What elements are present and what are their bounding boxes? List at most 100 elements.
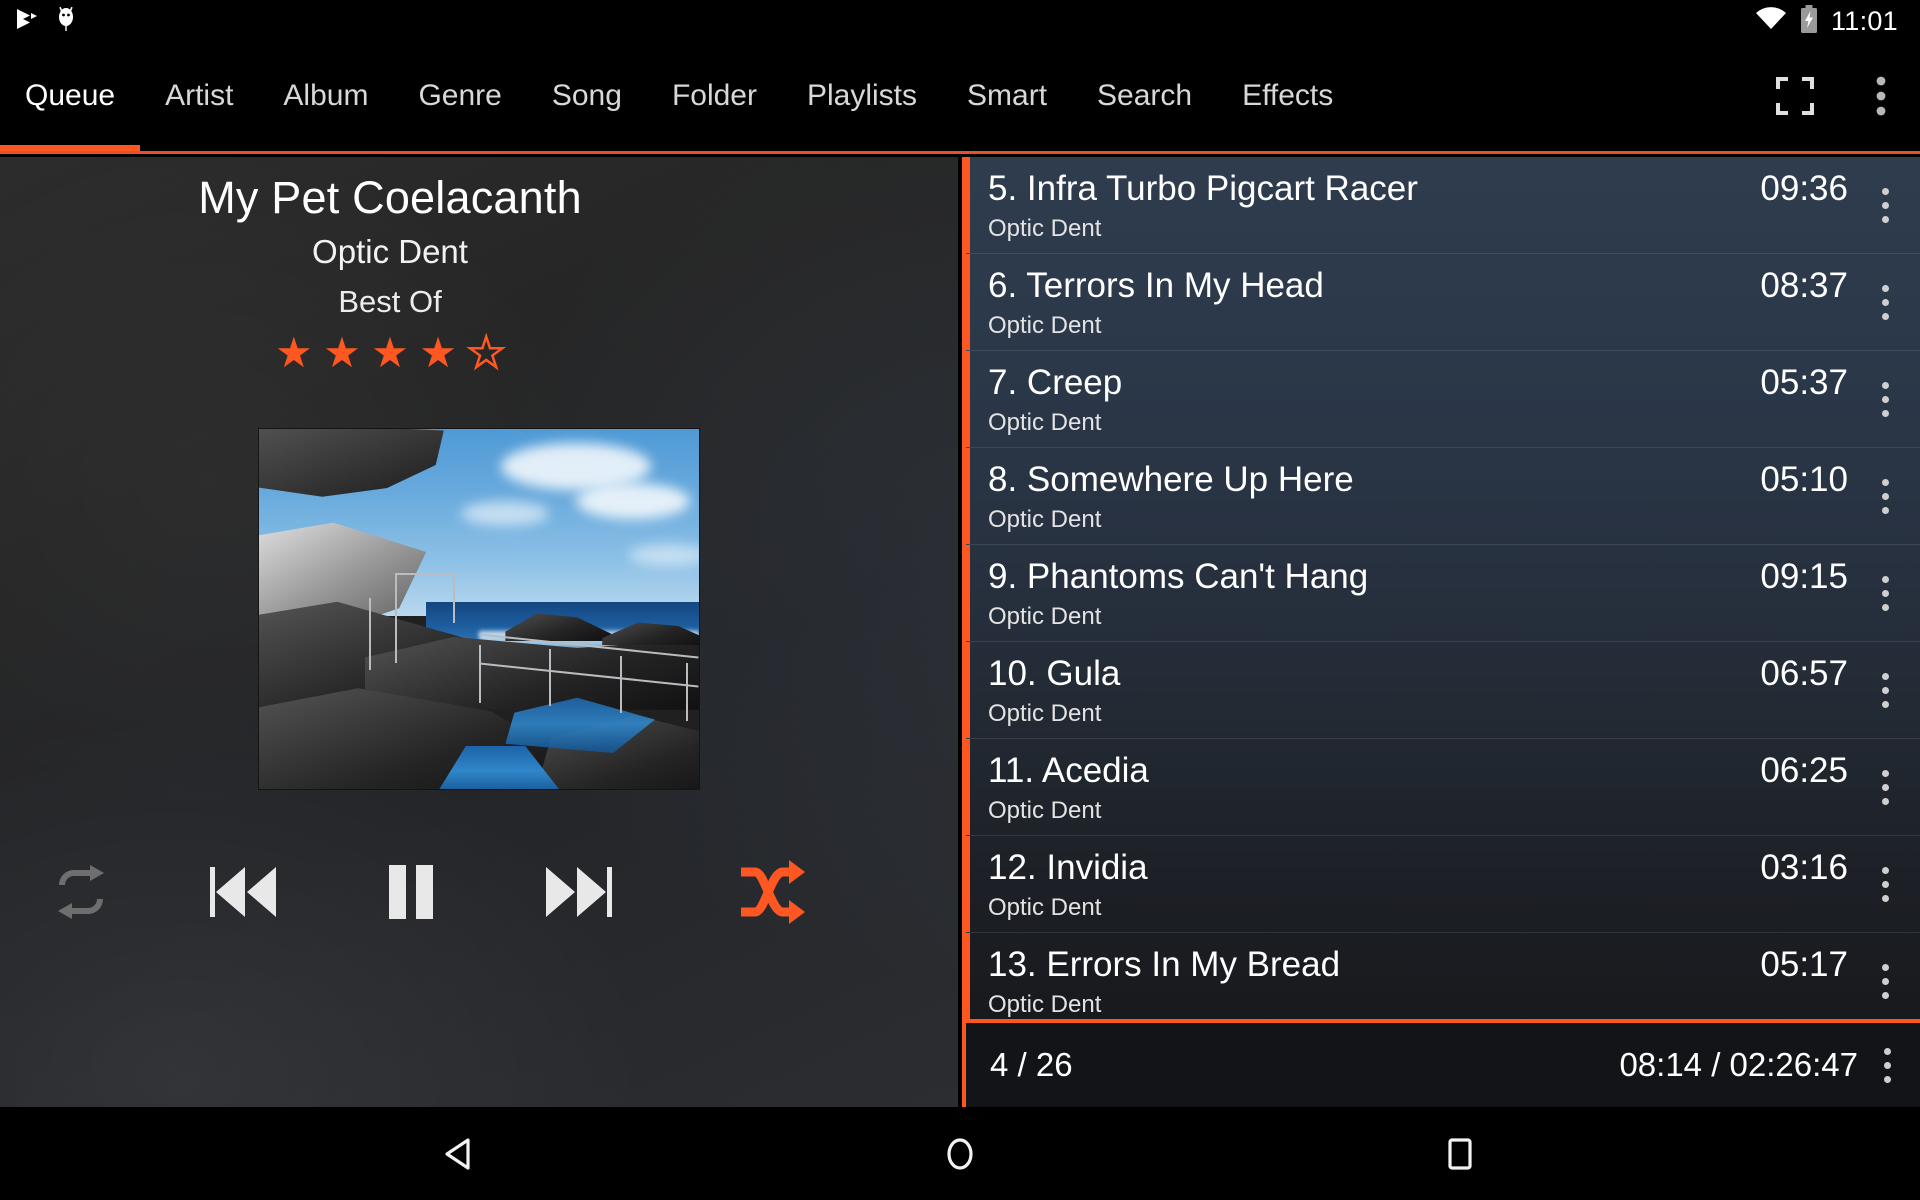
home-icon[interactable] <box>860 1107 1060 1200</box>
tab-song[interactable]: Song <box>527 42 647 150</box>
queue-row-duration: 09:36 <box>1760 169 1848 208</box>
track-title: My Pet Coelacanth <box>198 172 582 223</box>
queue-row-duration: 05:10 <box>1760 460 1848 499</box>
star-3-icon[interactable]: ★ <box>371 329 409 376</box>
row-accent-bar <box>966 933 970 1029</box>
tab-playlists[interactable]: Playlists <box>782 42 942 150</box>
queue-row-overflow-menu-icon[interactable] <box>1866 375 1904 423</box>
tab-list: Queue Artist Album Genre Song Folder Pla… <box>0 42 1358 150</box>
queue-row-overflow-menu-icon[interactable] <box>1866 666 1904 714</box>
queue-row-artist: Optic Dent <box>988 506 1102 533</box>
bug-droid-icon <box>54 6 78 37</box>
active-tab-indicator <box>0 145 140 151</box>
queue-row-artist: Optic Dent <box>988 797 1102 824</box>
tab-album[interactable]: Album <box>258 42 393 150</box>
row-accent-bar <box>966 351 970 447</box>
queue-row-duration: 03:16 <box>1760 848 1848 887</box>
row-accent-bar <box>966 642 970 738</box>
now-playing-panel: My Pet Coelacanth Optic Dent Best Of ★ ★… <box>0 157 958 1107</box>
queue-row-artist: Optic Dent <box>988 603 1102 630</box>
main-content: My Pet Coelacanth Optic Dent Best Of ★ ★… <box>0 157 1920 1107</box>
wifi-icon <box>1755 6 1787 36</box>
queue-row-overflow-menu-icon[interactable] <box>1866 278 1904 326</box>
album-art[interactable] <box>259 429 699 789</box>
battery-charging-icon <box>1800 4 1818 38</box>
next-track-icon[interactable] <box>538 851 620 933</box>
queue-row-duration: 09:15 <box>1760 557 1848 596</box>
tab-folder[interactable]: Folder <box>647 42 782 150</box>
tab-bar: Queue Artist Album Genre Song Folder Pla… <box>0 42 1920 157</box>
row-accent-bar <box>966 545 970 641</box>
tab-genre[interactable]: Genre <box>393 42 526 150</box>
star-rating[interactable]: ★ ★ ★ ★ ★ <box>0 329 780 376</box>
queue-footer: 4 / 26 08:14 / 02:26:47 <box>962 1019 1920 1107</box>
queue-list[interactable]: 5. Infra Turbo Pigcart Racer Optic Dent … <box>966 157 1920 1107</box>
queue-row-artist: Optic Dent <box>988 700 1102 727</box>
queue-row-8[interactable]: 8. Somewhere Up Here Optic Dent 05:10 <box>966 448 1920 545</box>
queue-row-title: 12. Invidia <box>988 848 1148 887</box>
queue-row-artist: Optic Dent <box>988 991 1102 1018</box>
queue-row-6[interactable]: 6. Terrors In My Head Optic Dent 08:37 <box>966 254 1920 351</box>
queue-row-overflow-menu-icon[interactable] <box>1866 472 1904 520</box>
queue-row-duration: 05:37 <box>1760 363 1848 402</box>
tab-search[interactable]: Search <box>1072 42 1217 150</box>
shuffle-icon[interactable] <box>730 851 812 933</box>
recents-icon[interactable] <box>1360 1107 1560 1200</box>
queue-row-11[interactable]: 11. Acedia Optic Dent 06:25 <box>966 739 1920 836</box>
queue-row-overflow-menu-icon[interactable] <box>1866 763 1904 811</box>
status-system-icons: 11:01 <box>1755 4 1920 38</box>
previous-track-icon[interactable] <box>202 851 284 933</box>
queue-row-title: 9. Phantoms Can't Hang <box>988 557 1369 596</box>
star-4-icon[interactable]: ★ <box>419 329 457 376</box>
tab-baseline <box>0 151 1920 154</box>
app-screen: 11:01 Queue Artist Album Genre Song Fold… <box>0 0 1920 1200</box>
status-notification-icons <box>0 6 78 37</box>
queue-row-overflow-menu-icon[interactable] <box>1866 860 1904 908</box>
star-1-icon[interactable]: ★ <box>275 329 313 376</box>
transport-controls <box>0 837 958 947</box>
android-nav-bar <box>0 1107 1920 1200</box>
star-2-icon[interactable]: ★ <box>323 329 361 376</box>
queue-row-9[interactable]: 9. Phantoms Can't Hang Optic Dent 09:15 <box>966 545 1920 642</box>
track-artist: Optic Dent <box>312 233 468 270</box>
queue-footer-overflow-menu-icon[interactable] <box>1868 1041 1906 1089</box>
row-accent-bar <box>966 157 970 253</box>
tab-smart[interactable]: Smart <box>942 42 1072 150</box>
row-accent-bar <box>966 448 970 544</box>
row-accent-bar <box>966 836 970 932</box>
queue-row-title: 13. Errors In My Bread <box>988 945 1341 984</box>
queue-row-duration: 06:25 <box>1760 751 1848 790</box>
queue-position: 4 / 26 <box>990 1046 1073 1083</box>
star-5-icon[interactable]: ★ <box>466 329 506 376</box>
queue-row-5[interactable]: 5. Infra Turbo Pigcart Racer Optic Dent … <box>966 157 1920 254</box>
queue-row-duration: 05:17 <box>1760 945 1848 984</box>
tab-effects[interactable]: Effects <box>1217 42 1358 150</box>
queue-row-duration: 06:57 <box>1760 654 1848 693</box>
queue-row-overflow-menu-icon[interactable] <box>1866 957 1904 1005</box>
queue-row-artist: Optic Dent <box>988 409 1102 436</box>
queue-row-10[interactable]: 10. Gula Optic Dent 06:57 <box>966 642 1920 739</box>
pause-icon[interactable] <box>370 851 452 933</box>
tab-queue[interactable]: Queue <box>0 42 140 150</box>
tab-artist[interactable]: Artist <box>140 42 258 150</box>
status-clock: 11:01 <box>1830 5 1898 36</box>
queue-row-artist: Optic Dent <box>988 312 1102 339</box>
row-accent-bar <box>966 254 970 350</box>
queue-row-13[interactable]: 13. Errors In My Bread Optic Dent 05:17 <box>966 933 1920 1030</box>
queue-row-artist: Optic Dent <box>988 894 1102 921</box>
play-store-icon <box>14 6 40 37</box>
queue-row-overflow-menu-icon[interactable] <box>1866 181 1904 229</box>
overflow-menu-icon[interactable] <box>1860 75 1902 117</box>
queue-row-duration: 08:37 <box>1760 266 1848 305</box>
queue-row-7[interactable]: 7. Creep Optic Dent 05:37 <box>966 351 1920 448</box>
repeat-icon[interactable] <box>44 855 118 929</box>
queue-row-title: 10. Gula <box>988 654 1121 693</box>
fullscreen-icon[interactable] <box>1774 75 1816 117</box>
android-status-bar: 11:01 <box>0 0 1920 42</box>
back-icon[interactable] <box>360 1107 560 1200</box>
track-album: Best Of <box>338 284 442 319</box>
queue-row-title: 5. Infra Turbo Pigcart Racer <box>988 169 1418 208</box>
queue-row-title: 6. Terrors In My Head <box>988 266 1324 305</box>
queue-row-12[interactable]: 12. Invidia Optic Dent 03:16 <box>966 836 1920 933</box>
queue-row-overflow-menu-icon[interactable] <box>1866 569 1904 617</box>
